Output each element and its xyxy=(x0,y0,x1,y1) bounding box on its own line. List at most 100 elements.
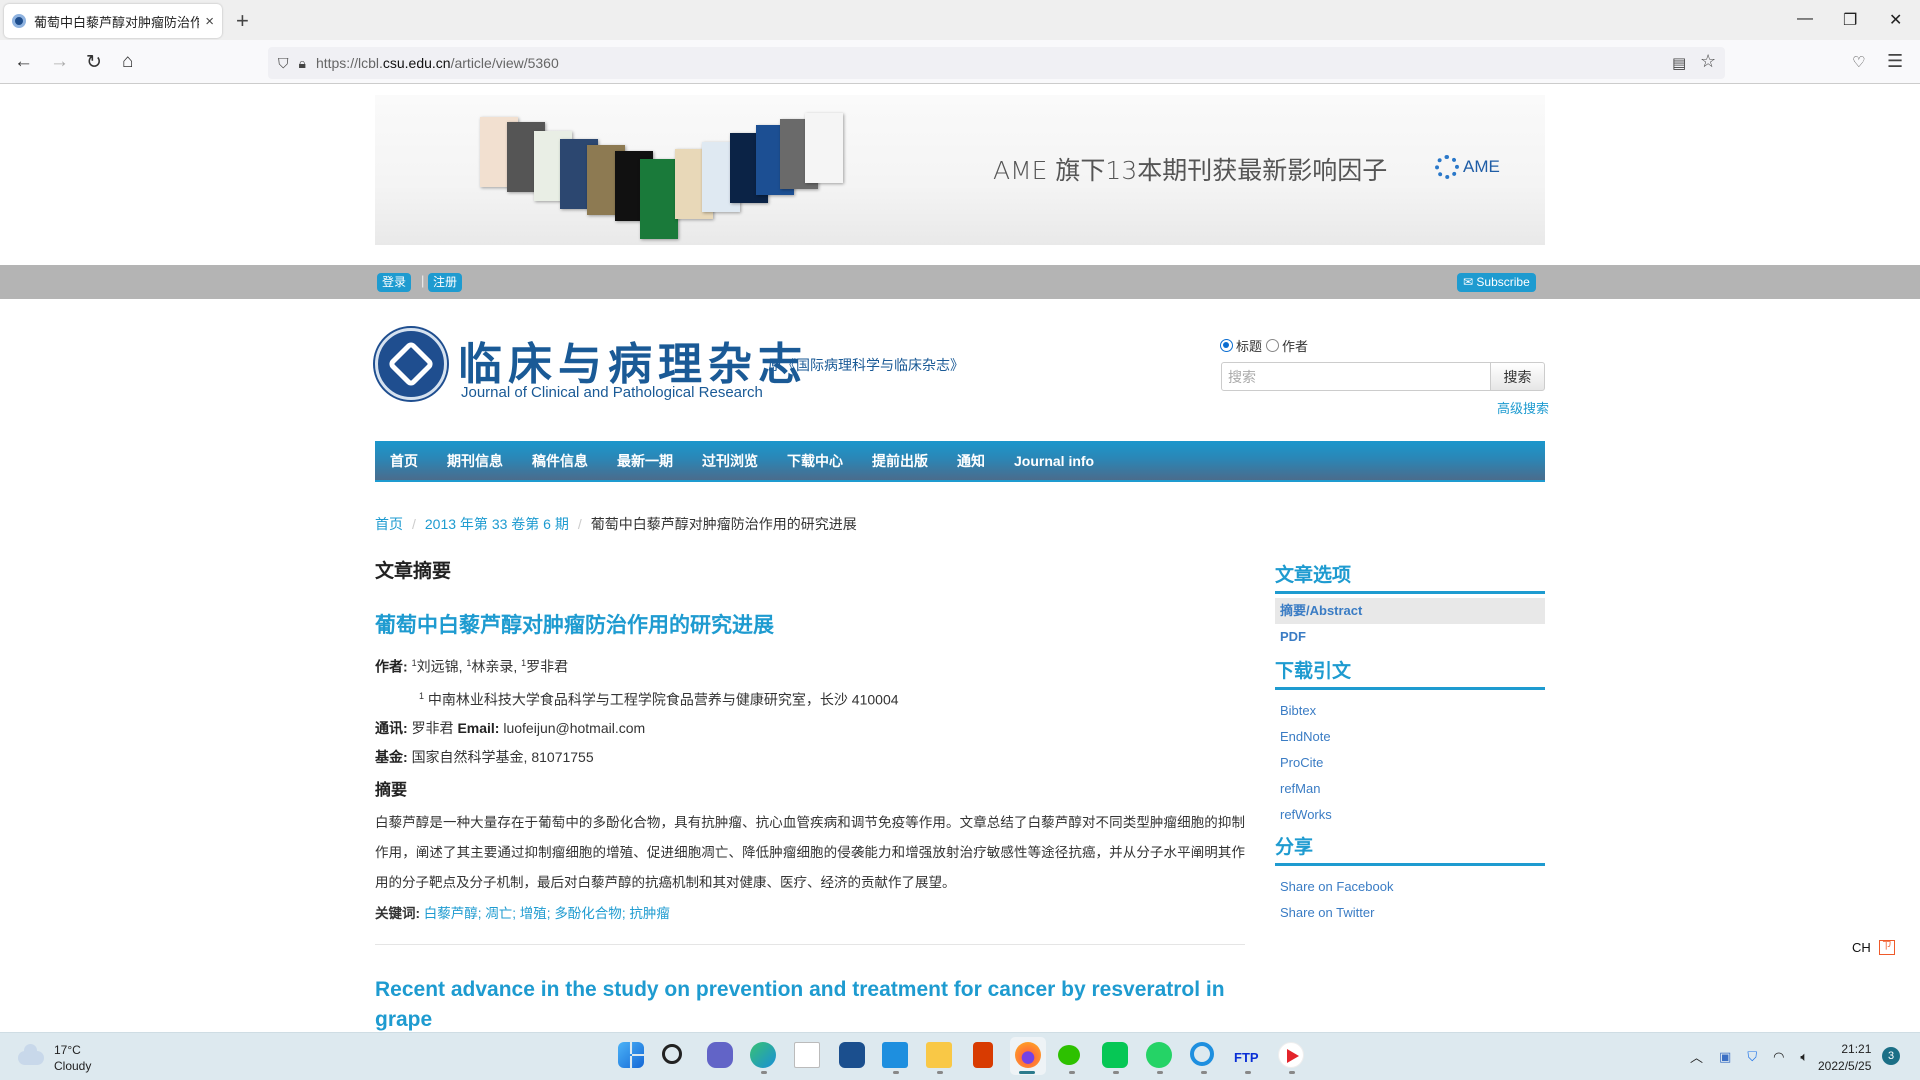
correspondence-name: 罗非君 xyxy=(411,720,454,737)
author-name: 林亲录 xyxy=(471,658,514,675)
reader-view-icon[interactable]: ▤ xyxy=(1672,54,1686,72)
forward-icon[interactable]: → xyxy=(50,51,69,73)
new-tab-button[interactable]: + xyxy=(236,8,249,34)
tray-overflow-chevron-icon[interactable]: ︿ xyxy=(1690,1047,1703,1066)
reload-icon[interactable]: ↻ xyxy=(86,51,102,74)
search-input[interactable] xyxy=(1221,362,1491,391)
weather-widget[interactable]: 17°C Cloudy xyxy=(18,1042,91,1074)
restore-icon[interactable]: ❐ xyxy=(1843,10,1857,30)
back-icon[interactable]: ← xyxy=(14,51,33,73)
keyword-link[interactable]: 增殖 xyxy=(520,906,547,921)
office-icon[interactable] xyxy=(973,1042,993,1068)
journal-name-en: Journal of Clinical and Pathological Res… xyxy=(461,384,763,401)
cite-bibtex[interactable]: Bibtex xyxy=(1275,698,1545,724)
clock[interactable]: 21:21 2022/5/25 xyxy=(1818,1041,1871,1075)
ame-logo-icon xyxy=(1435,155,1459,179)
breadcrumb-current: 葡萄中白藜芦醇对肿瘤防治作用的研究进展 xyxy=(590,516,857,532)
radio-title[interactable] xyxy=(1220,339,1233,352)
weather-desc: Cloudy xyxy=(54,1059,92,1073)
sidebar: 文章选项 摘要/Abstract PDF 下载引文 Bibtex EndNote… xyxy=(1275,560,1545,926)
breadcrumb-home[interactable]: 首页 xyxy=(375,514,403,534)
wechat-icon[interactable] xyxy=(1058,1045,1080,1065)
wifi-icon[interactable]: ◠ xyxy=(1773,1049,1784,1065)
cite-refman[interactable]: refMan xyxy=(1275,776,1545,802)
share-twitter[interactable]: Share on Twitter xyxy=(1275,900,1545,926)
minimize-icon[interactable]: — xyxy=(1797,10,1813,28)
whatsapp-icon[interactable] xyxy=(1146,1042,1172,1068)
nav-current-issue[interactable]: 最新一期 xyxy=(617,451,673,471)
sidebar-item-pdf[interactable]: PDF xyxy=(1275,624,1545,650)
edge-icon[interactable] xyxy=(750,1042,776,1068)
abstract-heading: 摘要 xyxy=(375,782,408,800)
taskbar xyxy=(0,1032,1920,1080)
csu-logo[interactable] xyxy=(375,328,447,400)
line-icon[interactable] xyxy=(1102,1042,1128,1068)
keyword-link[interactable]: 凋亡 xyxy=(485,906,512,921)
nav-archive[interactable]: 过刊浏览 xyxy=(702,451,758,471)
nav-notices[interactable]: 通知 xyxy=(957,451,985,471)
close-window-icon[interactable]: ✕ xyxy=(1889,10,1902,30)
nav-downloads[interactable]: 下载中心 xyxy=(787,451,843,471)
cite-refworks[interactable]: refWorks xyxy=(1275,802,1545,828)
sidebar-item-abstract[interactable]: 摘要/Abstract xyxy=(1275,598,1545,624)
radio-author[interactable] xyxy=(1266,339,1280,352)
advanced-search-link[interactable]: 高级搜索 xyxy=(1497,398,1549,417)
cloud-app-icon[interactable] xyxy=(1190,1042,1214,1066)
notification-badge[interactable]: 3 xyxy=(1882,1047,1900,1065)
url-path: /article/view/5360 xyxy=(450,55,559,71)
security-shield-icon[interactable]: ⛉ xyxy=(1747,1049,1757,1065)
url-bar[interactable]: ⛉ 🔒︎ https://lcbl. csu.edu.cn/article/vie… xyxy=(268,47,1725,79)
keyword-link[interactable]: 白藜芦醇 xyxy=(424,906,478,921)
usb-device-icon[interactable]: ▣ xyxy=(1719,1049,1731,1065)
amazon-icon[interactable] xyxy=(794,1042,820,1068)
correspondence-row: 通讯: 罗非君 Email: luofeijun@hotmail.com xyxy=(375,720,646,737)
microsoft-store-icon[interactable] xyxy=(839,1042,865,1068)
cite-endnote[interactable]: EndNote xyxy=(1275,724,1545,750)
banner-headline: AME 旗下13本期刊获最新影响因子 xyxy=(993,156,1388,185)
tab-close-icon[interactable]: × xyxy=(205,13,214,30)
nav-manuscript-info[interactable]: 稿件信息 xyxy=(532,451,588,471)
file-explorer-icon[interactable] xyxy=(926,1042,952,1068)
search-icon[interactable] xyxy=(662,1044,682,1064)
browser-tab-bar xyxy=(0,0,1920,40)
teams-chat-icon[interactable] xyxy=(707,1042,733,1068)
nav-journal-info[interactable]: 期刊信息 xyxy=(447,451,503,471)
ad-banner[interactable]: AME 旗下13本期刊获最新影响因子 AME xyxy=(375,95,1545,245)
breadcrumb: 首页 / 2013 年第 33 卷第 6 期 / 葡萄中白藜芦醇对肿瘤防治作用的… xyxy=(375,514,857,534)
register-button[interactable]: 注册 xyxy=(428,273,463,292)
fund-row: 基金: 国家自然科学基金, 81071755 xyxy=(375,749,594,766)
shield-icon[interactable]: ⛉ xyxy=(278,55,289,72)
bookmark-star-icon[interactable]: ☆ xyxy=(1700,51,1716,72)
subscribe-button[interactable]: ✉ Subscribe xyxy=(1457,273,1536,292)
lock-icon[interactable]: 🔒︎ xyxy=(299,55,306,72)
menu-icon[interactable]: ☰ xyxy=(1887,51,1903,72)
nav-home[interactable]: 首页 xyxy=(390,451,418,471)
ftp-icon[interactable]: FTP xyxy=(1234,1042,1260,1068)
pocket-icon[interactable]: ♡ xyxy=(1852,53,1865,71)
login-button[interactable]: 登录 xyxy=(377,273,412,292)
cite-heading: 下载引文 xyxy=(1275,656,1545,690)
nav-journal-info-en[interactable]: Journal info xyxy=(1014,453,1094,469)
search-button[interactable]: 搜索 xyxy=(1490,362,1545,391)
browser-tab-active[interactable]: 葡萄中白藜芦醇对肿瘤防治作用 × xyxy=(4,4,222,38)
ame-logo: AME xyxy=(1435,155,1500,179)
home-icon[interactable]: ⌂ xyxy=(122,51,133,73)
volume-icon[interactable]: 🔈︎ xyxy=(1800,1049,1808,1065)
share-facebook[interactable]: Share on Facebook xyxy=(1275,874,1545,900)
cite-procite[interactable]: ProCite xyxy=(1275,750,1545,776)
mail-icon[interactable] xyxy=(882,1042,908,1068)
firefox-icon[interactable] xyxy=(1015,1042,1041,1068)
weather-temp: 17°C xyxy=(54,1043,81,1057)
radio-author-label: 作者 xyxy=(1282,339,1309,354)
keyword-link[interactable]: 抗肿瘤 xyxy=(629,906,670,921)
radio-title-label: 标题 xyxy=(1236,339,1263,354)
nav-online-first[interactable]: 提前出版 xyxy=(872,451,928,471)
media-app-icon[interactable] xyxy=(1278,1042,1304,1068)
breadcrumb-issue[interactable]: 2013 年第 33 卷第 6 期 xyxy=(425,514,569,534)
main-nav: 首页 期刊信息 稿件信息 最新一期 过刊浏览 下载中心 提前出版 通知 Jour… xyxy=(375,441,1545,482)
article-title-en: Recent advance in the study on preventio… xyxy=(375,978,1225,1032)
clock-time: 21:21 xyxy=(1841,1042,1872,1056)
separator: | xyxy=(421,273,425,288)
ime-indicator[interactable]: CH ㄗ xyxy=(1852,940,1895,955)
keyword-link[interactable]: 多酚化合物 xyxy=(554,906,622,921)
